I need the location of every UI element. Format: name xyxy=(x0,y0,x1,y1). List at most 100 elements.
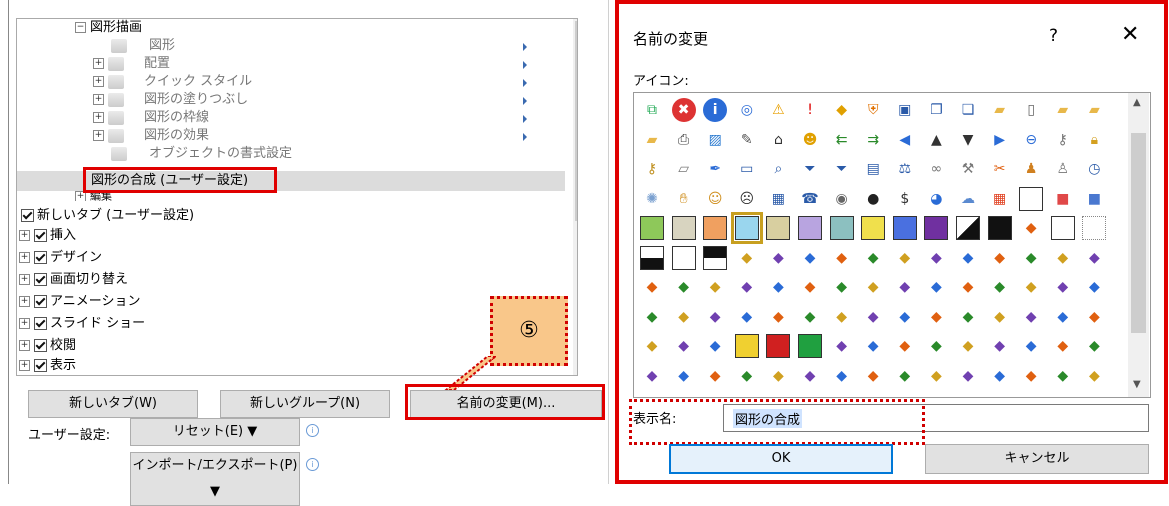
checker-icon[interactable]: ◆ xyxy=(735,246,759,270)
area-chart-icon[interactable]: ◆ xyxy=(861,246,885,270)
tree-item-shape-effects[interactable]: + 図形の効果 xyxy=(93,127,209,145)
heart-icon[interactable]: ◆ xyxy=(1019,305,1043,329)
arrow-right-icon[interactable]: ▶ xyxy=(988,128,1012,152)
tiles-icon[interactable]: ▦ xyxy=(988,187,1012,211)
green-square-icon[interactable] xyxy=(640,216,664,240)
tree-item-shape-fill[interactable]: + 図形の塗りつぶし xyxy=(93,91,248,109)
checkbox-icon[interactable] xyxy=(21,209,34,222)
envelope-icon[interactable]: ◆ xyxy=(1082,305,1106,329)
clock-icon[interactable]: ◷ xyxy=(1082,157,1106,181)
circle-o-icon[interactable]: ◎ xyxy=(735,98,759,122)
cylinder-icon[interactable]: ◆ xyxy=(988,246,1012,270)
pie-chart-icon[interactable]: ◆ xyxy=(924,246,948,270)
help-button[interactable]: ? xyxy=(1049,26,1058,46)
warning-icon[interactable]: ⚠ xyxy=(766,98,790,122)
anchor-icon[interactable]: ◆ xyxy=(766,305,790,329)
tree-item-design[interactable]: + デザイン xyxy=(19,249,102,267)
cursor-icon[interactable]: ◆ xyxy=(830,364,854,388)
chevron-right-icon[interactable] xyxy=(523,133,527,141)
text-a-bold-icon[interactable]: ◆ xyxy=(861,275,885,299)
window-paste-icon[interactable]: ❏ xyxy=(956,98,980,122)
spell-icon[interactable]: ◆ xyxy=(861,364,885,388)
highlighter-icon[interactable]: ◆ xyxy=(1082,275,1106,299)
tool-icon[interactable]: ⚒ xyxy=(956,157,980,181)
x-mark-icon[interactable]: ◆ xyxy=(893,275,917,299)
expand-icon[interactable]: + xyxy=(19,230,30,241)
window-3-icon[interactable]: ◆ xyxy=(703,364,727,388)
tree-item-insert[interactable]: + 挿入 xyxy=(19,227,76,245)
hand-icon[interactable]: ✋︎ xyxy=(672,187,696,211)
back-circle-icon[interactable]: ⊖ xyxy=(1019,128,1043,152)
tree-item-slideshow[interactable]: + スライド ショー xyxy=(19,315,145,333)
box-3d-icon[interactable]: ◆ xyxy=(1051,246,1075,270)
eraser-2-icon[interactable]: ◆ xyxy=(1082,364,1106,388)
donut-icon[interactable]: ◆ xyxy=(956,246,980,270)
cancel-button[interactable]: キャンセル xyxy=(925,444,1149,474)
scissors-icon[interactable]: ✂ xyxy=(988,157,1012,181)
contact-icon[interactable]: ◆ xyxy=(703,275,727,299)
teal-square-icon[interactable] xyxy=(829,216,854,240)
window-4-icon[interactable]: ◆ xyxy=(956,364,980,388)
checkbox-icon[interactable] xyxy=(34,317,47,330)
window-square-icon[interactable]: ◆ xyxy=(1019,216,1043,240)
plain-box-icon[interactable] xyxy=(671,245,696,270)
pencil-icon[interactable]: ◆ xyxy=(956,305,980,329)
grid-2-icon[interactable]: ◆ xyxy=(798,364,822,388)
tree-item-animations[interactable]: + アニメーション xyxy=(19,293,140,311)
cube-3d-icon[interactable]: ◆ xyxy=(640,364,664,388)
import-export-button[interactable]: インポート/エクスポート(P) ▼ xyxy=(130,452,300,506)
scrollbar-thumb[interactable] xyxy=(1131,133,1146,333)
chevron-right-icon[interactable] xyxy=(523,43,527,51)
new-folder-icon[interactable]: ▰ xyxy=(1051,98,1075,122)
chip-icon[interactable]: ◆ xyxy=(735,275,759,299)
picture-icon[interactable]: ▨ xyxy=(703,128,727,152)
black-square-icon[interactable] xyxy=(987,216,1012,240)
cyan-square-selected-icon[interactable] xyxy=(730,212,763,244)
eraser-icon[interactable]: ▱ xyxy=(672,157,696,181)
play-icon[interactable]: ◆ xyxy=(735,305,759,329)
tree-item-review[interactable]: + 校閲 xyxy=(19,337,76,355)
expand-icon[interactable]: + xyxy=(19,340,30,351)
copy-2-icon[interactable]: ◆ xyxy=(735,364,759,388)
chevron-right-icon[interactable] xyxy=(523,115,527,123)
window-2-icon[interactable]: ◆ xyxy=(924,334,948,358)
snowflake-icon[interactable]: ◆ xyxy=(1082,246,1106,270)
ruler-pen-icon[interactable]: ◆ xyxy=(956,275,980,299)
abc-icon[interactable]: ◆ xyxy=(893,364,917,388)
double-arrow-right-icon[interactable]: ⇉ xyxy=(861,128,885,152)
beige-square-icon[interactable] xyxy=(671,216,696,240)
phone-icon[interactable]: ☎ xyxy=(798,187,822,211)
bottom-half-icon[interactable] xyxy=(640,245,664,270)
checkbox-icon[interactable] xyxy=(34,229,47,242)
yellow-square-icon[interactable] xyxy=(861,216,886,240)
expand-icon[interactable]: + xyxy=(19,274,30,285)
close-button[interactable]: ✕ xyxy=(1121,22,1139,47)
double-arrow-left-icon[interactable]: ⇇ xyxy=(830,128,854,152)
filter-2-icon[interactable]: ⏷ xyxy=(830,157,854,181)
infinity-icon[interactable]: ∞ xyxy=(924,157,948,181)
tree-scrollbar[interactable] xyxy=(573,19,577,375)
binoculars-icon[interactable]: ◆ xyxy=(640,305,664,329)
checklist-icon[interactable]: ◆ xyxy=(703,334,727,358)
eye-icon[interactable]: ◕ xyxy=(924,187,948,211)
icon-picker[interactable]: ⧉ ✖ i ◎ ⚠! ◆ ⛨ ▣ ❐ ❏ ▰ ▯ ▰ ▰ ▰ ⎙ ▨ ✎ ⌂ ☻ ⇇ ⇉ ◀ ▲ ▼ ▶ ⊖ ⚷ 🔒︎ ⚷ ▱ ✒ ▭ ⌕ ⏷ ⏷ ▤ ⚖… xyxy=(633,92,1151,398)
clipboard-icon[interactable]: ◆ xyxy=(893,305,917,329)
checkbox-icon[interactable] xyxy=(34,295,47,308)
grid-icon[interactable]: ◆ xyxy=(672,364,696,388)
tree-item-shape-drawing[interactable]: − 図形描画 xyxy=(75,19,142,37)
filter-icon[interactable]: ⏷ xyxy=(798,157,822,181)
expand-icon[interactable]: + xyxy=(19,318,30,329)
key-wrench-icon[interactable]: ⚷ xyxy=(1051,128,1075,152)
printer-icon[interactable]: ⎙ xyxy=(672,128,696,152)
paintbrush-icon[interactable]: ◆ xyxy=(672,305,696,329)
scrollbar-thumb[interactable] xyxy=(575,21,577,221)
book-icon[interactable]: ▤ xyxy=(861,157,885,181)
icon-scrollbar[interactable]: ▲ ▼ xyxy=(1128,93,1149,397)
edit-page-icon[interactable]: ✎ xyxy=(735,128,759,152)
expand-icon[interactable]: + xyxy=(19,360,30,371)
tree-item-format-object[interactable]: オブジェクトの書式設定 xyxy=(111,145,292,163)
reset-button[interactable]: リセット(E) ▼ xyxy=(130,418,300,446)
box-outline-icon[interactable]: ◆ xyxy=(672,275,696,299)
error-x-icon[interactable]: ✖ xyxy=(671,98,696,122)
note-icon[interactable]: ◆ xyxy=(956,334,980,358)
